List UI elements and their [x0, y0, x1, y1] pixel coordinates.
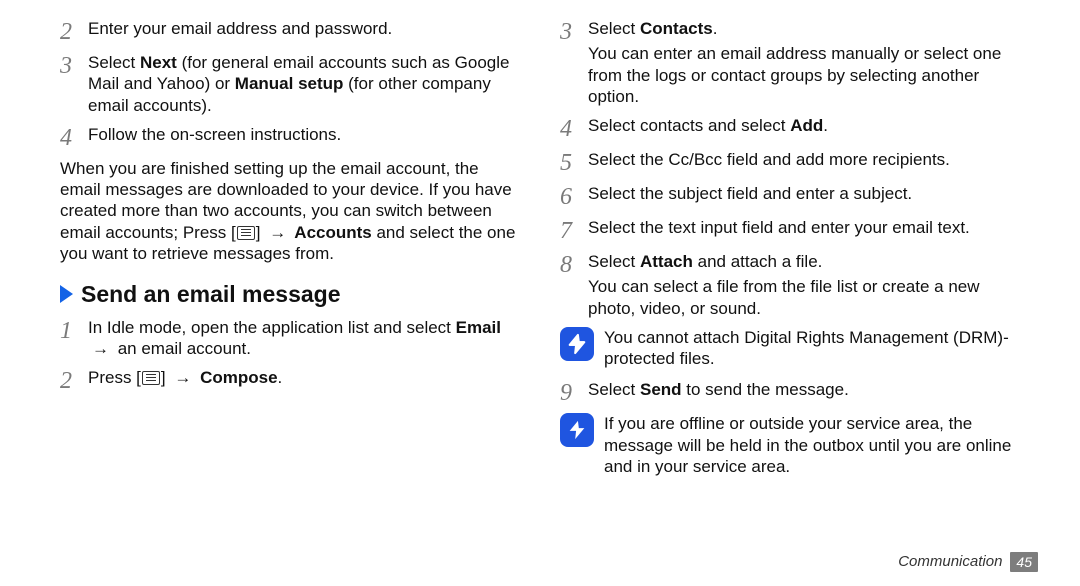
- step-text: Select the subject field and enter a sub…: [588, 183, 1020, 204]
- text: an email account.: [113, 339, 251, 358]
- bold-accounts: Accounts: [290, 223, 372, 242]
- text: .: [278, 368, 283, 387]
- chevron-right-icon: [60, 285, 73, 303]
- step-text: Select the text input field and enter yo…: [588, 217, 1020, 238]
- note-text: You cannot attach Digital Rights Managem…: [604, 327, 1020, 370]
- step-body: In Idle mode, open the application list …: [88, 317, 520, 360]
- bold-send: Send: [640, 380, 682, 399]
- step-number: 9: [560, 379, 588, 405]
- note-text: If you are offline or outside your servi…: [604, 413, 1020, 477]
- bold-next: Next: [140, 53, 177, 72]
- text: Select contacts and select: [588, 116, 790, 135]
- send-step-9: 9 Select Send to send the message.: [560, 379, 1020, 405]
- setup-step-3: 3 Select Next (for general email account…: [60, 52, 520, 116]
- arrow-icon: →: [265, 223, 290, 242]
- page-number: 45: [1010, 552, 1038, 572]
- text: and attach a file.: [693, 252, 822, 271]
- manual-page: 2 Enter your email address and password.…: [0, 0, 1080, 586]
- step-body: Enter your email address and password.: [88, 18, 520, 39]
- send-step-6: 6 Select the subject field and enter a s…: [560, 183, 1020, 209]
- text: Select: [588, 380, 640, 399]
- step-number: 6: [560, 183, 588, 209]
- bold-email: Email: [456, 318, 501, 337]
- step-number: 4: [560, 115, 588, 141]
- step-text: Select Contacts.: [588, 18, 1020, 39]
- footer-section-label: Communication: [898, 553, 1002, 572]
- send-step-8: 8 Select Attach and attach a file. You c…: [560, 251, 1020, 319]
- step-number: 4: [60, 124, 88, 150]
- step-body: Select Attach and attach a file. You can…: [588, 251, 1020, 319]
- step-subtext: You can select a file from the file list…: [588, 276, 1020, 319]
- bold-add: Add: [790, 116, 823, 135]
- setup-step-4: 4 Follow the on-screen instructions.: [60, 124, 520, 150]
- text: .: [713, 19, 718, 38]
- bold-manual-setup: Manual setup: [235, 74, 344, 93]
- note-drm: You cannot attach Digital Rights Managem…: [560, 327, 1020, 370]
- step-text: Select the Cc/Bcc field and add more rec…: [588, 149, 1020, 170]
- step-body: Select contacts and select Add.: [588, 115, 1020, 136]
- right-column: 3 Select Contacts. You can enter an emai…: [560, 18, 1020, 487]
- bold-attach: Attach: [640, 252, 693, 271]
- step-text: Select Next (for general email accounts …: [88, 52, 520, 116]
- text: .: [823, 116, 828, 135]
- step-body: Select the subject field and enter a sub…: [588, 183, 1020, 204]
- send-step-2: 2 Press [] → Compose.: [60, 367, 520, 393]
- send-step-7: 7 Select the text input field and enter …: [560, 217, 1020, 243]
- step-number: 2: [60, 367, 88, 393]
- text: ]: [256, 223, 265, 242]
- left-column: 2 Enter your email address and password.…: [60, 18, 520, 401]
- step-number: 8: [560, 251, 588, 277]
- text: You cannot attach Digital Rights Managem…: [604, 327, 1020, 370]
- bold-contacts: Contacts: [640, 19, 713, 38]
- step-text: In Idle mode, open the application list …: [88, 317, 520, 360]
- arrow-icon: →: [88, 339, 113, 358]
- step-body: Select Send to send the message.: [588, 379, 1020, 400]
- send-step-5: 5 Select the Cc/Bcc field and add more r…: [560, 149, 1020, 175]
- arrow-icon: →: [170, 368, 195, 387]
- text: Select: [588, 252, 640, 271]
- step-text: Press [] → Compose.: [88, 367, 520, 388]
- bold-compose: Compose: [195, 368, 277, 387]
- step-number: 7: [560, 217, 588, 243]
- section-send-email: Send an email message: [60, 280, 520, 309]
- note-icon: [560, 327, 594, 361]
- send-step-4: 4 Select contacts and select Add.: [560, 115, 1020, 141]
- text: Select: [88, 53, 140, 72]
- step-body: Select Next (for general email accounts …: [88, 52, 520, 116]
- send-step-1: 1 In Idle mode, open the application lis…: [60, 317, 520, 360]
- send-step-3: 3 Select Contacts. You can enter an emai…: [560, 18, 1020, 107]
- step-text: Select Send to send the message.: [588, 379, 1020, 400]
- page-footer: Communication 45: [898, 552, 1038, 572]
- step-number: 1: [60, 317, 88, 343]
- step-text: Enter your email address and password.: [88, 18, 520, 39]
- step-body: Select Contacts. You can enter an email …: [588, 18, 1020, 107]
- menu-icon: [237, 226, 255, 240]
- step-text: Follow the on-screen instructions.: [88, 124, 520, 145]
- step-number: 3: [60, 52, 88, 78]
- text: to send the message.: [682, 380, 849, 399]
- text: Select: [588, 19, 640, 38]
- step-number: 5: [560, 149, 588, 175]
- step-number: 3: [560, 18, 588, 44]
- step-subtext: You can enter an email address manually …: [588, 43, 1020, 107]
- menu-icon: [142, 371, 160, 385]
- step-text: Select Attach and attach a file.: [588, 251, 1020, 272]
- text: In Idle mode, open the application list …: [88, 318, 456, 337]
- note-icon: [560, 413, 594, 447]
- setup-finish-paragraph: When you are finished setting up the ema…: [60, 158, 520, 264]
- step-body: Follow the on-screen instructions.: [88, 124, 520, 145]
- text: If you are offline or outside your servi…: [604, 413, 1020, 477]
- step-body: Select the Cc/Bcc field and add more rec…: [588, 149, 1020, 170]
- step-body: Press [] → Compose.: [88, 367, 520, 388]
- text: ]: [161, 368, 170, 387]
- text: Press [: [88, 368, 141, 387]
- setup-step-2: 2 Enter your email address and password.: [60, 18, 520, 44]
- step-text: Select contacts and select Add.: [588, 115, 1020, 136]
- section-title: Send an email message: [81, 280, 341, 309]
- step-body: Select the text input field and enter yo…: [588, 217, 1020, 238]
- note-offline: If you are offline or outside your servi…: [560, 413, 1020, 477]
- step-number: 2: [60, 18, 88, 44]
